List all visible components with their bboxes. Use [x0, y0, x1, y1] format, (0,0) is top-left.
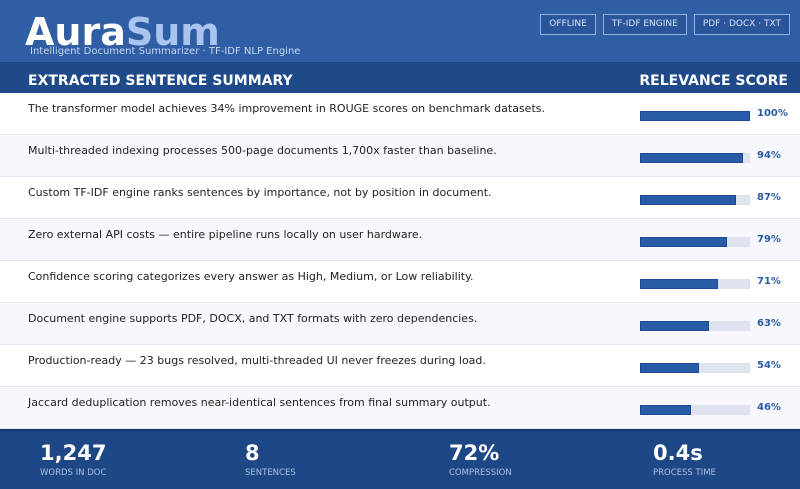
sentence-row: Document engine supports PDF, DOCX, and … — [0, 303, 800, 345]
sentence-row: Production-ready — 23 bugs resolved, mul… — [0, 345, 800, 387]
score-header: RELEVANCE SCORE — [639, 73, 788, 89]
relevance-score: 87% — [757, 192, 781, 203]
relevance-bar-fill — [640, 195, 736, 205]
stat-value: 72% — [449, 441, 512, 465]
relevance-bar-fill — [640, 237, 727, 247]
stat-time: 0.4s PROCESS TIME — [653, 441, 716, 478]
stat-label: PROCESS TIME — [653, 468, 716, 478]
badge-engine: TF-IDF ENGINE — [603, 14, 687, 35]
relevance-bar — [640, 321, 750, 331]
sentence-list: The transformer model achieves 34% impro… — [0, 93, 800, 429]
sentence-row: Custom TF-IDF engine ranks sentences by … — [0, 177, 800, 219]
stat-value: 1,247 — [40, 441, 106, 465]
sentence-row: Zero external API costs — entire pipelin… — [0, 219, 800, 261]
stat-value: 0.4s — [653, 441, 716, 465]
tagline: Intelligent Document Summarizer · TF-IDF… — [30, 46, 300, 57]
relevance-bar — [640, 195, 750, 205]
relevance-score: 79% — [757, 234, 781, 245]
relevance-score: 71% — [757, 276, 781, 287]
relevance-bar — [640, 405, 750, 415]
relevance-bar-fill — [640, 279, 718, 289]
stat-words: 1,247 WORDS IN DOC — [40, 441, 106, 478]
badge-group: OFFLINE TF-IDF ENGINE PDF · DOCX · TXT — [540, 14, 790, 35]
sentence-text: Zero external API costs — entire pipelin… — [28, 228, 628, 241]
relevance-bar-fill — [640, 111, 750, 121]
relevance-bar — [640, 237, 750, 247]
badge-offline: OFFLINE — [540, 14, 596, 35]
sentence-text: Document engine supports PDF, DOCX, and … — [28, 312, 628, 325]
relevance-bar — [640, 363, 750, 373]
stat-sentences: 8 SENTENCES — [245, 441, 296, 478]
sentence-text: Multi-threaded indexing processes 500-pa… — [28, 144, 628, 157]
relevance-bar — [640, 111, 750, 121]
relevance-bar-fill — [640, 321, 709, 331]
sentence-row: Multi-threaded indexing processes 500-pa… — [0, 135, 800, 177]
relevance-score: 46% — [757, 402, 781, 413]
sentence-row: The transformer model achieves 34% impro… — [0, 93, 800, 135]
stat-label: WORDS IN DOC — [40, 468, 106, 478]
stat-label: SENTENCES — [245, 468, 296, 478]
sentence-text: Jaccard deduplication removes near-ident… — [28, 396, 628, 409]
app: AuraSum Intelligent Document Summarizer … — [0, 0, 800, 489]
sentence-text: Custom TF-IDF engine ranks sentences by … — [28, 186, 628, 199]
relevance-bar — [640, 279, 750, 289]
relevance-score: 63% — [757, 318, 781, 329]
sentence-row: Jaccard deduplication removes near-ident… — [0, 387, 800, 429]
relevance-bar-fill — [640, 153, 743, 163]
stat-value: 8 — [245, 441, 296, 465]
sentence-row: Confidence scoring categorizes every ans… — [0, 261, 800, 303]
relevance-score: 100% — [757, 108, 788, 119]
stat-compression: 72% COMPRESSION — [449, 441, 512, 478]
stats-footer: 1,247 WORDS IN DOC 8 SENTENCES 72% COMPRESS… — [0, 429, 800, 489]
relevance-score: 94% — [757, 150, 781, 161]
sentence-text: The transformer model achieves 34% impro… — [28, 102, 628, 115]
sentence-text: Production-ready — 23 bugs resolved, mul… — [28, 354, 628, 367]
section-title: EXTRACTED SENTENCE SUMMARY — [28, 73, 293, 89]
relevance-bar-fill — [640, 405, 691, 415]
relevance-score: 54% — [757, 360, 781, 371]
badge-formats: PDF · DOCX · TXT — [694, 14, 790, 35]
relevance-bar — [640, 153, 750, 163]
sentence-text: Confidence scoring categorizes every ans… — [28, 270, 628, 283]
header: AuraSum Intelligent Document Summarizer … — [0, 0, 800, 62]
section-header: EXTRACTED SENTENCE SUMMARY RELEVANCE SCO… — [0, 62, 800, 93]
relevance-bar-fill — [640, 363, 699, 373]
stat-label: COMPRESSION — [449, 468, 512, 478]
